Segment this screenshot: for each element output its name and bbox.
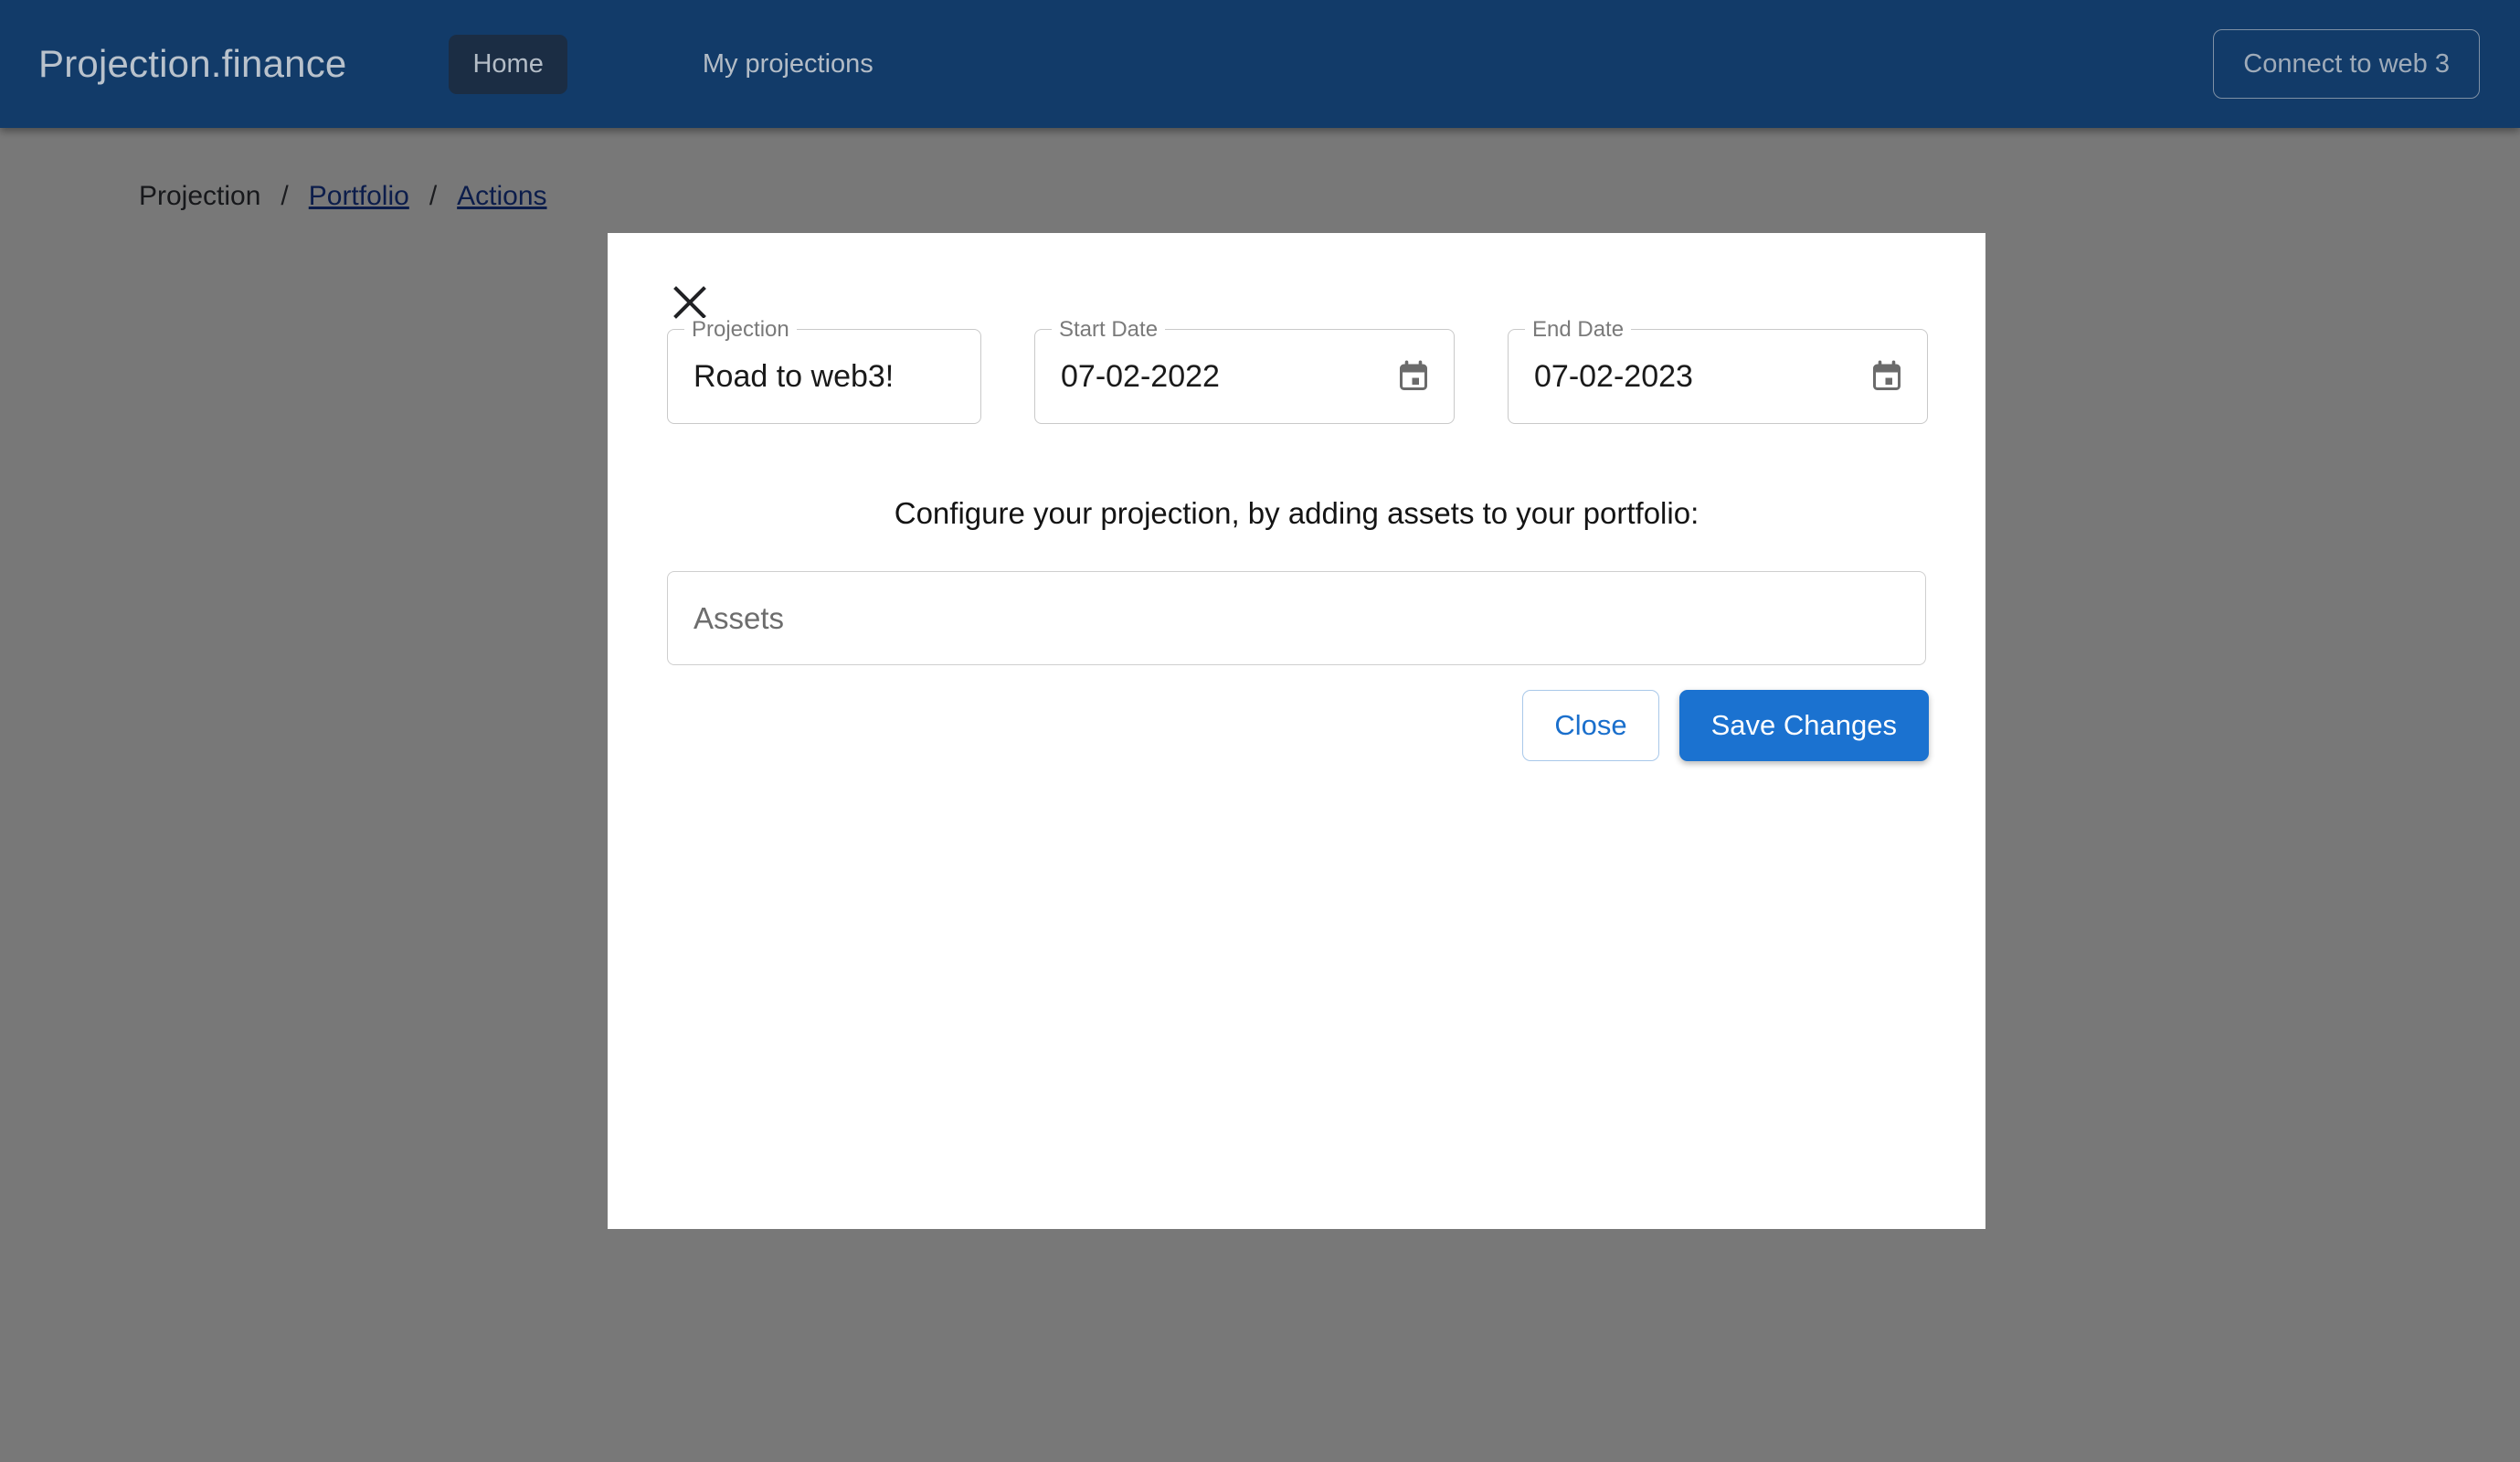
top-navbar: Projection.finance Home My projections C… bbox=[0, 0, 2520, 128]
projection-field[interactable]: Projection Road to web3! bbox=[667, 318, 981, 424]
start-date-field-label: Start Date bbox=[1052, 318, 1166, 342]
projection-field-value: Road to web3! bbox=[694, 358, 895, 394]
projection-field-label: Projection bbox=[684, 318, 797, 342]
end-date-field-label: End Date bbox=[1525, 318, 1632, 342]
app-root: Projection.finance Home My projections C… bbox=[0, 0, 2520, 1462]
nav-links: Home My projections bbox=[449, 34, 897, 94]
start-date-field-value: 07-02-2022 bbox=[1061, 358, 1220, 394]
dialog-actions: Close Save Changes bbox=[1522, 690, 1929, 761]
connect-to-web3-button[interactable]: Connect to web 3 bbox=[2213, 29, 2480, 99]
assets-input-placeholder: Assets bbox=[694, 600, 785, 635]
fields-row: Projection Road to web3! Start Date 07-0… bbox=[667, 318, 1928, 424]
assets-input[interactable]: Assets bbox=[667, 571, 1926, 665]
configure-instruction: Configure your projection, by adding ass… bbox=[894, 496, 1699, 530]
calendar-icon[interactable] bbox=[1395, 358, 1432, 395]
projection-edit-dialog: Projection Road to web3! Start Date 07-0… bbox=[608, 233, 1985, 1229]
save-changes-button[interactable]: Save Changes bbox=[1678, 690, 1929, 761]
end-date-field-value: 07-02-2023 bbox=[1534, 358, 1693, 394]
start-date-field[interactable]: Start Date 07-02-2022 bbox=[1034, 318, 1455, 424]
nav-item-home[interactable]: Home bbox=[449, 34, 567, 94]
brand-logo[interactable]: Projection.finance bbox=[38, 42, 346, 86]
nav-item-my-projections[interactable]: My projections bbox=[679, 35, 897, 94]
close-button[interactable]: Close bbox=[1522, 690, 1659, 761]
calendar-icon[interactable] bbox=[1869, 358, 1905, 395]
end-date-field[interactable]: End Date 07-02-2023 bbox=[1508, 318, 1928, 424]
